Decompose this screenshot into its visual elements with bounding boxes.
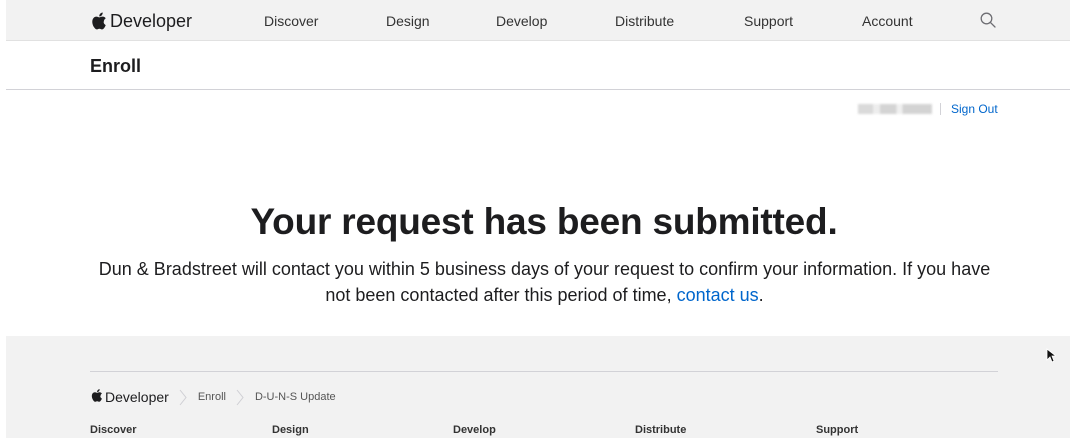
contact-us-link[interactable]: contact us <box>677 285 759 305</box>
search-icon[interactable] <box>979 11 997 29</box>
message-text: Dun & Bradstreet will contact you within… <box>98 259 991 305</box>
footer-support[interactable]: Support <box>816 424 858 436</box>
breadcrumb-enroll[interactable]: Enroll <box>198 391 226 403</box>
footer: Developer Enroll D-U-N-S Update Discover… <box>6 336 1070 438</box>
nav-design[interactable]: Design <box>386 13 430 29</box>
blurred-user-name <box>858 104 932 114</box>
breadcrumb-chevron-icon <box>179 389 188 406</box>
global-nav: Developer Discover Design Develop Distri… <box>6 0 1070 41</box>
footer-develop[interactable]: Develop <box>453 424 496 436</box>
nav-account[interactable]: Account <box>862 13 913 29</box>
nav-develop[interactable]: Develop <box>496 13 547 29</box>
confirmation-headline: Your request has been submitted. <box>250 200 838 242</box>
footer-distribute[interactable]: Distribute <box>635 424 686 436</box>
confirmation-message: Dun & Bradstreet will contact you within… <box>92 256 997 308</box>
footer-apple-logo-icon <box>90 388 103 406</box>
breadcrumb-chevron-icon <box>236 389 245 406</box>
account-divider <box>940 103 941 115</box>
sign-out-link[interactable]: Sign Out <box>951 102 998 116</box>
section-divider <box>6 89 1070 90</box>
account-area: Sign Out <box>858 101 998 117</box>
nav-support[interactable]: Support <box>744 13 793 29</box>
nav-distribute[interactable]: Distribute <box>615 13 674 29</box>
page-title: Enroll <box>90 56 142 76</box>
message-period: . <box>758 285 764 305</box>
footer-developer-link[interactable]: Developer <box>90 388 169 406</box>
developer-brand-label: Developer <box>110 10 193 31</box>
breadcrumb-current-page: D-U-N-S Update <box>254 391 336 403</box>
footer-brand-label: Developer <box>105 389 169 405</box>
mouse-pointer-icon <box>1046 348 1056 363</box>
footer-breadcrumb: Developer Enroll D-U-N-S Update <box>90 386 346 408</box>
footer-discover[interactable]: Discover <box>90 424 136 436</box>
developer-home-link[interactable]: Developer <box>90 9 192 33</box>
footer-divider <box>90 371 998 372</box>
nav-discover[interactable]: Discover <box>264 13 318 29</box>
footer-design[interactable]: Design <box>272 424 309 436</box>
apple-logo-icon <box>90 11 107 31</box>
